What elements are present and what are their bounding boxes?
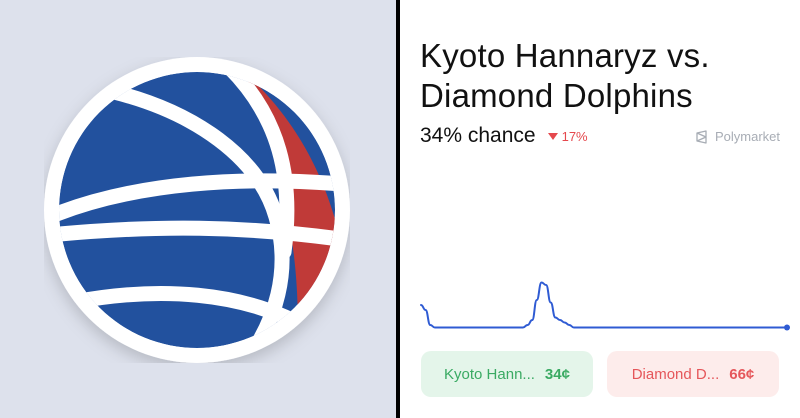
team-logo-panel (0, 0, 396, 418)
buy-kyoto-button[interactable]: Kyoto Hann... 34¢ (421, 351, 593, 397)
outcome-label: Diamond D... (631, 365, 720, 383)
outcome-label: Kyoto Hann... (444, 365, 535, 383)
price-chart (420, 281, 790, 331)
outcome-price: 66¢ (729, 365, 755, 383)
source-link[interactable]: Polymarket (695, 129, 780, 144)
market-title[interactable]: Kyoto Hannaryz vs. Diamond Dolphins (420, 36, 790, 116)
source-name: Polymarket (714, 129, 780, 144)
chance-row: 34% chance 17% (420, 124, 588, 148)
price-end-marker (784, 324, 790, 331)
polymarket-icon (696, 129, 707, 144)
price-line (420, 281, 788, 329)
market-card: Kyoto Hannaryz vs. Diamond Dolphins 34% … (400, 0, 800, 418)
basketball-icon (44, 57, 350, 363)
chance-value: 34% chance (420, 124, 536, 147)
outcome-price: 34¢ (544, 365, 570, 383)
change-badge: 17% (547, 128, 588, 144)
change-value: 17% (561, 128, 588, 144)
triangle-down-icon (547, 132, 558, 140)
buy-diamond-button[interactable]: Diamond D... 66¢ (607, 351, 779, 397)
